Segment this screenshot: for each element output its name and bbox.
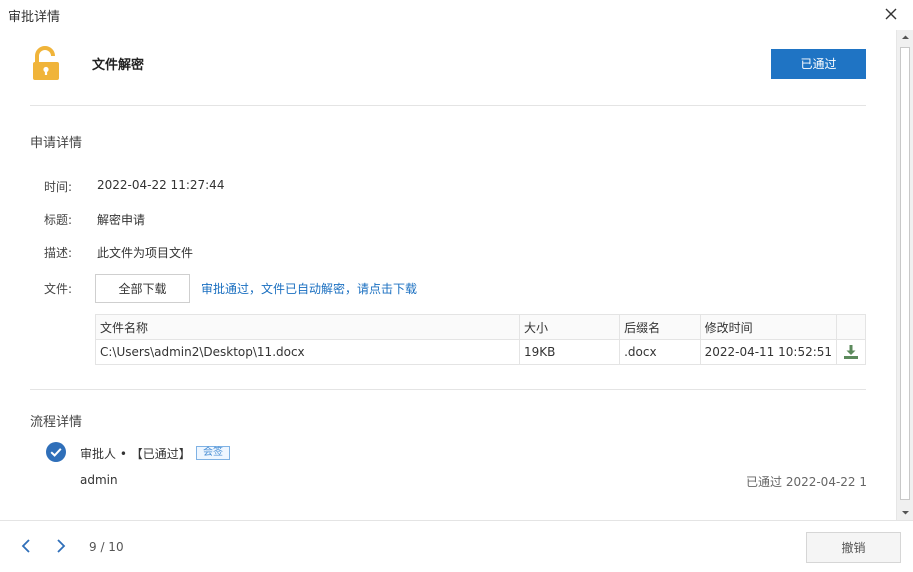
file-ext-cell: .docx (619, 339, 701, 365)
scroll-up-icon[interactable] (898, 30, 913, 45)
divider (30, 389, 866, 390)
approver-status: 审批人 • 【已通过】 (80, 447, 191, 461)
download-icon[interactable] (843, 344, 859, 360)
dialog-footer: 9 / 10 撤销 (0, 520, 913, 572)
file-modified-cell: 2022-04-11 10:52:51 (699, 339, 838, 365)
table-header-row: 文件名称 大小 后缀名 修改时间 (95, 314, 866, 340)
revoke-button[interactable]: 撤销 (806, 532, 901, 563)
file-table: 文件名称 大小 后缀名 修改时间 C:\Users\admin2\Desktop… (95, 314, 866, 365)
column-header-action (836, 314, 866, 340)
column-header-ext: 后缀名 (619, 314, 701, 340)
status-button[interactable]: 已通过 (771, 49, 866, 79)
file-label: 文件: (44, 282, 73, 296)
file-download-cell (836, 339, 866, 365)
column-header-name: 文件名称 (95, 314, 520, 340)
page-indicator: 9 / 10 (89, 540, 124, 554)
column-header-modified: 修改时间 (699, 314, 838, 340)
description-label: 描述: (44, 246, 73, 260)
scroll-down-icon[interactable] (898, 505, 913, 520)
divider (30, 105, 866, 106)
check-circle-icon (46, 442, 66, 462)
time-value: 2022-04-22 11:27:44 (97, 178, 225, 192)
chevron-right-icon[interactable] (53, 537, 69, 555)
download-hint: 审批通过，文件已自动解密，请点击下载 (201, 282, 418, 296)
title-label: 标题: (44, 213, 73, 227)
unlock-icon (33, 46, 59, 80)
title-value: 解密申请 (97, 213, 146, 227)
column-header-size: 大小 (518, 314, 621, 340)
countersign-badge: 会签 (196, 446, 230, 460)
approve-time: 已通过 2022-04-22 1 (746, 475, 868, 489)
chevron-left-icon[interactable] (18, 537, 34, 555)
time-label: 时间: (44, 180, 73, 194)
apply-section-title: 申请详情 (30, 136, 83, 151)
download-all-button[interactable]: 全部下载 (95, 274, 190, 303)
dialog-title: 审批详情 (8, 10, 61, 25)
table-row: C:\Users\admin2\Desktop\11.docx 19KB .do… (95, 339, 866, 365)
scrollbar-thumb[interactable] (900, 47, 910, 500)
file-name-cell: C:\Users\admin2\Desktop\11.docx (95, 339, 520, 365)
file-size-cell: 19KB (518, 339, 621, 365)
description-value: 此文件为项目文件 (97, 246, 194, 260)
doc-title: 文件解密 (92, 58, 145, 73)
dialog-titlebar: 审批详情 (0, 0, 913, 30)
close-icon[interactable] (882, 5, 900, 23)
vertical-scrollbar[interactable] (896, 30, 913, 520)
dialog-content: 文件解密 已通过 申请详情 时间: 2022-04-22 11:27:44 标题… (0, 30, 896, 520)
flow-section-title: 流程详情 (30, 415, 83, 430)
approver-name: admin (80, 473, 118, 487)
